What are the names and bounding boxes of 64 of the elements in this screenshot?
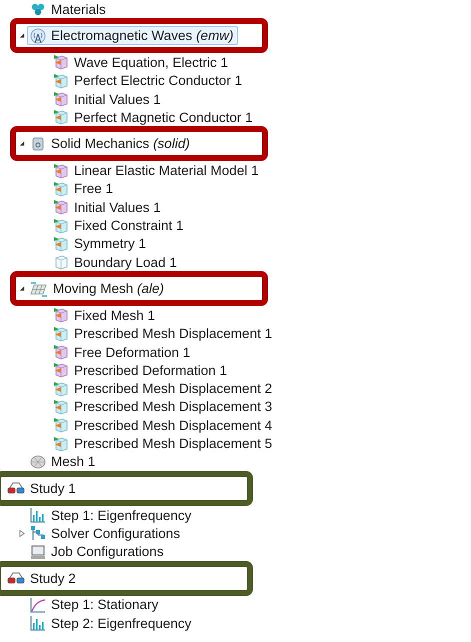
tree-item[interactable]: Prescribed Mesh Displacement 1 (50, 324, 276, 344)
cube-icon (53, 72, 69, 89)
glasses-icon (7, 480, 25, 496)
cube-icon (53, 254, 69, 270)
tree-item[interactable]: Mesh 1 (27, 452, 100, 472)
grid-icon (30, 280, 48, 297)
cube-icon (53, 218, 69, 234)
tree-item[interactable]: Prescribed Mesh Displacement 3 (50, 397, 276, 416)
cube-icon (53, 398, 69, 415)
tree-item[interactable]: Study 2 (4, 568, 80, 588)
tree-item[interactable]: Fixed Constraint 1 (50, 216, 188, 236)
tree-item[interactable]: Step 1: Stationary (27, 595, 162, 614)
cube-icon (53, 417, 69, 434)
tree-item[interactable]: Prescribed Mesh Displacement 2 (50, 379, 276, 398)
tree-item[interactable]: Step 2: Eigenfrequency (27, 614, 196, 633)
cube-icon (53, 326, 69, 342)
tree-item[interactable]: Materials (27, 0, 110, 19)
tree-item[interactable]: Fixed Mesh 1 (50, 306, 160, 325)
computer-icon (30, 544, 46, 560)
cube-icon (53, 199, 69, 216)
cube-icon (53, 236, 69, 252)
tree-item[interactable]: Symmetry 1 (50, 234, 150, 254)
bar-chart-icon (30, 615, 46, 632)
tree-item[interactable]: Moving Mesh (ale) (27, 279, 168, 298)
cube-icon (53, 91, 69, 108)
tree-item[interactable]: Step 1: Eigenfrequency (27, 506, 196, 525)
cube-icon (53, 380, 69, 397)
cube-icon (53, 54, 69, 70)
tree-item[interactable]: Linear Elastic Material Model 1 (50, 161, 263, 180)
expanded-arrow-icon[interactable] (19, 32, 25, 40)
tree-item[interactable]: Solid Mechanics (solid) (27, 134, 194, 154)
bar-chart-icon (30, 507, 46, 524)
tree-item[interactable]: Free Deformation 1 (50, 342, 194, 362)
tree-item[interactable]: Initial Values 1 (50, 198, 165, 217)
tree-item[interactable]: Job Configurations (27, 542, 168, 562)
flowchart-icon (30, 525, 46, 542)
tree-item[interactable]: Initial Values 1 (50, 90, 165, 109)
tree-item[interactable]: Perfect Magnetic Conductor 1 (50, 108, 257, 127)
cube-icon (53, 344, 69, 360)
tree-item[interactable]: Study 1 (4, 478, 80, 498)
tree-item[interactable]: Prescribed Mesh Displacement 5 (50, 434, 276, 453)
cube-icon (53, 109, 69, 126)
tree-item[interactable]: Electromagnetic Waves (emw) (27, 26, 238, 46)
tree-item[interactable]: Prescribed Deformation 1 (50, 360, 232, 380)
cube-icon (53, 362, 69, 378)
cube-icon (53, 307, 69, 324)
collapsed-arrow-icon[interactable] (19, 528, 25, 538)
tree-item[interactable]: Solver Configurations (27, 524, 184, 543)
cylinder-icon (30, 136, 46, 152)
molecule-icon (30, 1, 46, 18)
tree-item[interactable]: Wave Equation, Electric 1 (50, 52, 232, 72)
tree-item[interactable]: Free 1 (50, 179, 118, 198)
tree-item[interactable]: Perfect Electric Conductor 1 (50, 71, 246, 90)
cube-icon (53, 436, 69, 452)
antenna-icon (30, 28, 46, 44)
expanded-arrow-icon[interactable] (19, 285, 25, 292)
mesh-icon (30, 454, 46, 470)
glasses-icon (7, 570, 25, 586)
tree-item[interactable]: Boundary Load 1 (50, 252, 181, 272)
cube-icon (53, 180, 69, 197)
cube-icon (53, 162, 69, 179)
curve-icon (30, 596, 46, 613)
tree-item[interactable]: Prescribed Mesh Displacement 4 (50, 416, 276, 435)
expanded-arrow-icon[interactable] (19, 140, 25, 148)
